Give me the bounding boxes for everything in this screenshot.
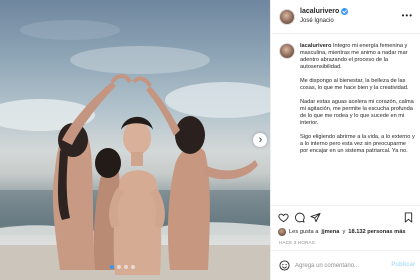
post-header: lacalurivero José Ignacio ••• [271,0,420,34]
likes-connector: y [342,229,346,235]
carousel-dot [110,265,114,269]
heart-icon[interactable] [278,212,289,223]
caption-paragraph: Sigo eligiendo abrirme a la vida, a lo e… [300,134,415,154]
caption-paragraph: Nadar estas aguas acelera mi corazón, ca… [300,99,414,126]
carousel-next-button[interactable]: › [253,133,267,147]
post-side-panel: lacalurivero José Ignacio ••• lacalurive… [270,0,420,280]
carousel-dot [117,265,121,269]
beach-photo-illustration [0,20,270,280]
post-photo[interactable]: › [0,0,270,280]
comment-icon[interactable] [294,212,305,223]
likes-count[interactable]: 18.132 personas más [348,229,405,235]
verified-badge-icon [341,8,349,15]
likes-summary[interactable]: Les gusta a jjmena y 18.132 personas más [278,228,406,236]
carousel-dot [131,265,135,269]
caption-username[interactable]: lacalurivero [300,43,331,49]
publish-button[interactable]: Publicar [391,262,415,268]
avatar[interactable] [279,9,295,25]
chevron-right-icon: › [258,133,263,146]
liker-username[interactable]: jjmena [321,229,339,235]
bookmark-icon[interactable] [403,212,414,223]
caption-text: lacalurivero Integro mi energía femenina… [300,43,415,162]
more-horizontal-icon[interactable]: ••• [402,11,413,20]
paper-plane-icon[interactable] [310,212,321,223]
smiley-icon[interactable] [279,260,290,271]
carousel-indicator [110,265,135,269]
action-bar [271,205,420,225]
post-location[interactable]: José Ignacio [300,18,334,24]
post-caption: lacalurivero Integro mi energía femenina… [271,34,420,204]
instagram-post: › lacalurivero José Ignacio ••• lacaluri… [0,0,420,280]
caption-paragraph: Me dispongo al bienestar, la belleza de … [300,78,409,91]
comment-bar: Publicar [271,250,420,280]
avatar[interactable] [279,43,295,59]
post-author-username[interactable]: lacalurivero [300,8,339,15]
likes-prefix: Les gusta a [289,229,319,235]
post-timestamp[interactable]: HACE 3 HORAS [279,240,315,245]
comment-input[interactable] [295,260,385,271]
liker-avatar [278,228,286,236]
carousel-dot [124,265,128,269]
caption-paragraph: lacalurivero Integro mi energía femenina… [300,43,415,71]
post-author[interactable]: lacalurivero [300,8,349,15]
